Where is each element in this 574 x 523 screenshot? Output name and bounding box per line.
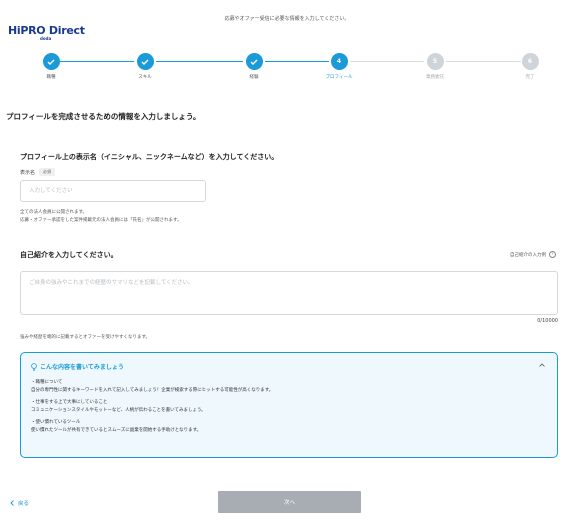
intro-textarea[interactable] [20, 271, 558, 315]
tips-panel: こんな内容を書いてみましょう ・職種について 自分の専門性に関するキーワードを入… [20, 352, 558, 458]
tip-section: ・職種について 自分の専門性に関するキーワードを入れて記入してみましょう！企業が… [31, 379, 547, 395]
tip-text: 使い慣れたツールが共有できているとスムーズに副業を開始する手助けとなります。 [31, 428, 202, 433]
question-circle-icon: ? [549, 251, 556, 258]
intro-example-label: 自己紹介の入力例 [510, 252, 546, 258]
logo-sub: doda [40, 36, 52, 41]
page-heading: プロフィールを完成させるための情報を入力しましょう。 [6, 112, 201, 121]
step-label: プロフィール [325, 75, 353, 80]
tip-text: コミュニケーションスタイルやモットーなど、人柄が伝わることを書いてみましょう。 [31, 408, 206, 413]
back-label: 戻る [18, 501, 30, 507]
tips-title: こんな内容を書いてみましょう [40, 364, 124, 371]
tip-section: ・仕事をする上で大事にしていること コミュニケーションスタイルやモットーなど、人… [31, 399, 547, 415]
tips-header[interactable]: こんな内容を書いてみましょう [31, 362, 124, 371]
lightbulb-icon [31, 362, 37, 371]
step-number: 5 [426, 53, 444, 70]
step-2: スキル [115, 53, 175, 80]
step-5: 5 業務委託 [405, 53, 465, 80]
tip-section: ・使い慣れているツール 使い慣れたツールが共有できているとスムーズに副業を開始す… [31, 419, 547, 435]
step-label: 完了 [525, 75, 535, 80]
back-link[interactable]: 戻る [10, 499, 29, 507]
intro-example-link[interactable]: 自己紹介の入力例 ? [510, 251, 556, 258]
tip-text: 自分の専門性に関するキーワードを入れて記入してみましょう！企業が検索する際にヒッ… [31, 388, 274, 393]
chevron-up-icon[interactable] [539, 363, 545, 367]
display-name-label: 表示名 [20, 169, 36, 176]
step-1: 職種 [21, 53, 81, 80]
required-badge: 必須 [39, 168, 56, 176]
step-6: 6 完了 [500, 53, 560, 80]
next-button[interactable]: 次へ [218, 491, 361, 513]
step-label: スキル [138, 75, 152, 80]
step-number: 4 [330, 53, 348, 70]
char-counter: 0/10000 [537, 318, 558, 324]
check-icon [245, 53, 263, 70]
top-notice: 応募やオファー受信に必要な情報を入力してください。 [224, 16, 350, 22]
step-number: 6 [521, 53, 539, 70]
tip-head: ・使い慣れているツール [31, 420, 81, 425]
chevron-left-icon [10, 500, 14, 506]
tip-head: ・仕事をする上で大事にしていること [31, 400, 108, 405]
check-icon [42, 53, 60, 70]
display-name-note-line1: 全ての法人会員に公開されます。 [20, 210, 88, 215]
step-label: 業務委託 [426, 75, 444, 80]
tips-body: ・職種について 自分の専門性に関するキーワードを入れて記入してみましょう！企業が… [31, 379, 547, 439]
step-4: 4 プロフィール [309, 53, 369, 80]
step-label: 経験 [249, 75, 259, 80]
intro-question: 自己紹介を入力してください。 [20, 251, 118, 259]
display-name-note: 全ての法人会員に公開されます。 応募・オファー承認をした案件掲載元の法人会員には… [20, 209, 182, 225]
intro-note: 強みや経歴を端的に記載するとオファーを受けやすくなります。 [20, 335, 151, 340]
display-name-label-row: 表示名 必須 [20, 168, 56, 176]
step-label: 職種 [46, 75, 56, 80]
check-icon [136, 53, 154, 70]
tip-head: ・職種について [31, 380, 63, 385]
display-name-input[interactable] [20, 180, 206, 202]
logo[interactable]: HiPRO Direct doda [8, 24, 88, 42]
step-3: 経験 [224, 53, 284, 80]
display-name-note-line2: 応募・オファー承認をした案件掲載元の法人会員には「氏名」が公開されます。 [20, 218, 182, 223]
display-name-question: プロフィール上の表示名（イニシャル、ニックネームなど）を入力してください。 [20, 153, 279, 161]
